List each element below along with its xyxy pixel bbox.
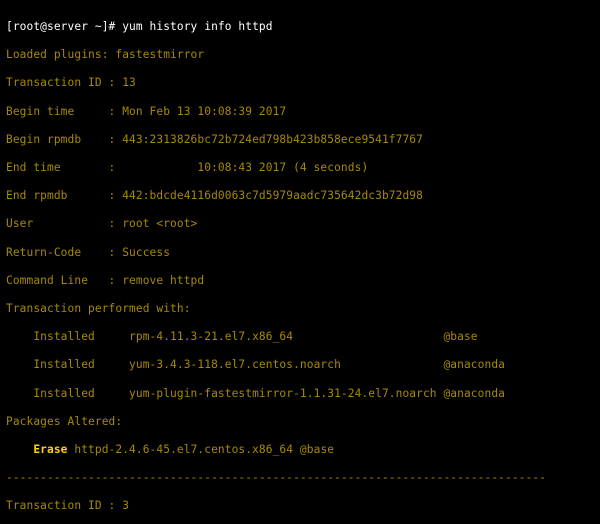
line: Transaction performed with: <box>6 302 594 316</box>
line: Installed yum-3.4.3-118.el7.centos.noarc… <box>6 358 594 372</box>
line: Begin rpmdb : 443:2313826bc72b724ed798b4… <box>6 133 594 147</box>
line: Command Line : remove httpd <box>6 274 594 288</box>
line: Transaction ID : 3 <box>6 499 594 513</box>
line: Return-Code : Success <box>6 246 594 260</box>
line: Loaded plugins: fastestmirror <box>6 48 594 62</box>
line-divider: ----------------------------------------… <box>6 471 594 485</box>
line: Installed yum-plugin-fastestmirror-1.1.3… <box>6 387 594 401</box>
line: User : root <root> <box>6 217 594 231</box>
line-prompt-1: [root@server ~]# yum history info httpd <box>6 20 594 34</box>
line: Begin time : Mon Feb 13 10:08:39 2017 <box>6 105 594 119</box>
terminal[interactable]: [root@server ~]# yum history info httpd … <box>0 0 600 524</box>
line: Packages Altered: <box>6 415 594 429</box>
entered-command: yum history info httpd <box>122 20 272 33</box>
line-erase: Erase httpd-2.4.6-45.el7.centos.x86_64 @… <box>6 443 594 457</box>
line: Transaction ID : 13 <box>6 76 594 90</box>
line: End time : 10:08:43 2017 (4 seconds) <box>6 161 594 175</box>
line: Installed rpm-4.11.3-21.el7.x86_64 @base <box>6 330 594 344</box>
prompt-userhost: [root@server ~]# <box>6 20 122 33</box>
line: End rpmdb : 442:bdcde4116d0063c7d5979aad… <box>6 189 594 203</box>
